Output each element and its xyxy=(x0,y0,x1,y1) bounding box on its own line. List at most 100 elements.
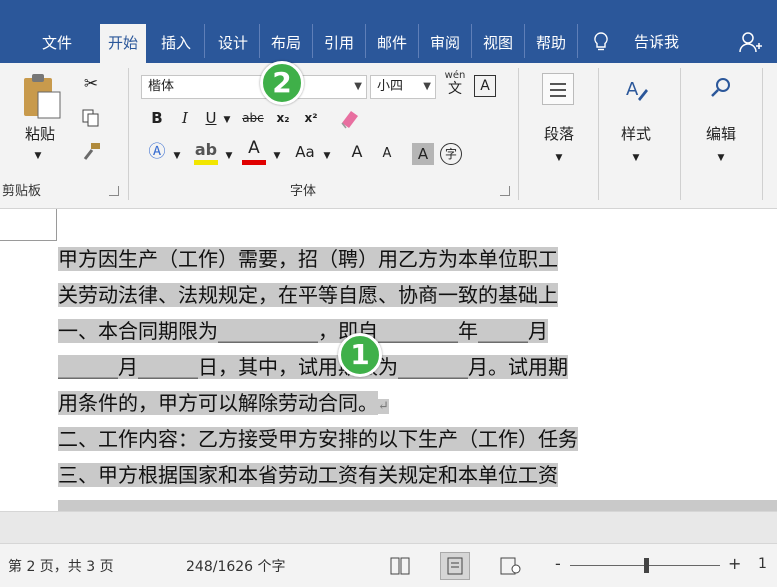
ribbon-home: 粘贴 ▼ ✂ 剪贴板 楷体 ▼ 小四 ▼ wén 文 A B I U ▼ abc… xyxy=(0,61,777,209)
tab-divider xyxy=(259,24,260,58)
editing-button[interactable]: 编辑 ▼ xyxy=(690,71,752,193)
tab-help[interactable]: 帮助 xyxy=(527,22,575,63)
highlight-color-button[interactable]: ab xyxy=(192,141,220,167)
chevron-down-icon[interactable]: ▼ xyxy=(170,147,184,165)
cut-icon[interactable]: ✂ xyxy=(80,75,102,93)
chevron-down-icon[interactable]: ▼ xyxy=(320,147,334,165)
font-color-button[interactable]: A xyxy=(240,138,268,167)
font-color-a-icon: A xyxy=(248,138,260,158)
strikethrough-button[interactable]: abc xyxy=(238,109,268,127)
styles-button[interactable]: A 样式 ▼ xyxy=(606,71,666,193)
copy-icon[interactable] xyxy=(82,109,100,127)
phonetic-char-label: 文 xyxy=(448,81,462,97)
person-icon[interactable] xyxy=(738,30,762,54)
tab-design[interactable]: 设计 xyxy=(209,22,257,63)
tab-layout[interactable]: 布局 xyxy=(262,22,310,63)
clipboard-group-label: 剪贴板 xyxy=(2,184,42,199)
print-layout-button[interactable] xyxy=(440,552,470,580)
read-mode-icon[interactable] xyxy=(390,557,410,575)
tab-divider xyxy=(418,24,419,58)
font-size-box[interactable]: 小四 ▼ xyxy=(370,75,436,99)
callout-badge-2: 2 xyxy=(260,61,304,105)
italic-button[interactable]: I xyxy=(176,109,194,127)
paragraph-mark: ↵ xyxy=(378,399,389,414)
phonetic-guide-button[interactable]: wén 文 xyxy=(444,71,466,99)
chevron-down-icon: ▼ xyxy=(632,153,640,163)
bold-button[interactable]: B xyxy=(148,109,166,127)
tab-home[interactable]: 开始 xyxy=(100,24,146,63)
margin-corner-mark xyxy=(56,209,57,241)
zoom-slider-thumb[interactable] xyxy=(644,558,649,573)
tab-divider xyxy=(471,24,472,58)
tab-view[interactable]: 视图 xyxy=(474,22,522,63)
group-divider xyxy=(598,68,599,200)
chevron-down-icon: ▼ xyxy=(717,153,725,163)
tab-divider xyxy=(365,24,366,58)
font-name-box[interactable]: 楷体 ▼ xyxy=(141,75,367,99)
grow-font-button[interactable]: A xyxy=(346,143,368,161)
clipboard-dialog-launcher-icon[interactable] xyxy=(109,186,119,196)
group-divider xyxy=(518,68,519,200)
horizontal-scrollbar[interactable] xyxy=(0,511,777,543)
tab-references[interactable]: 引用 xyxy=(315,22,363,63)
tell-me-label: 告诉我 xyxy=(634,33,680,51)
document-line[interactable]: 二、工作内容：乙方接受甲方安排的以下生产（工作）任务 xyxy=(58,427,578,451)
page-count[interactable]: 第 2 页，共 3 页 xyxy=(8,556,114,576)
text-effects-button[interactable]: Ⓐ xyxy=(146,143,168,161)
chevron-down-icon[interactable]: ▼ xyxy=(222,147,236,165)
tab-file[interactable]: 文件 xyxy=(30,22,84,63)
svg-text:A: A xyxy=(626,79,639,100)
zoom-level[interactable]: 1 xyxy=(758,556,767,572)
font-group-label: 字体 xyxy=(290,184,317,199)
document-area[interactable]: 甲方因生产（工作）需要，招（聘）用乙方为本单位职工 关劳动法律、法规规定，在平等… xyxy=(0,209,777,511)
document-line[interactable]: 甲方因生产（工作）需要，招（聘）用乙方为本单位职工 xyxy=(58,247,558,271)
tell-me-box[interactable]: 告诉我 xyxy=(588,30,708,58)
ribbon-tab-bar: 文件 开始 插入 设计 布局 引用 邮件 审阅 视图 帮助 告诉我 xyxy=(0,0,777,63)
zoom-out-button[interactable]: - xyxy=(555,554,561,573)
highlight-color-bar xyxy=(194,160,218,165)
superscript-button[interactable]: x² xyxy=(300,109,322,127)
chevron-down-icon: ▼ xyxy=(555,153,563,163)
change-case-button[interactable]: Aa xyxy=(290,143,320,161)
chevron-down-icon[interactable]: ▼ xyxy=(354,76,362,98)
font-color-bar xyxy=(242,160,266,165)
underline-button[interactable]: U xyxy=(202,109,220,127)
highlighter-icon: ab xyxy=(194,140,218,159)
zoom-in-button[interactable]: + xyxy=(728,554,741,573)
document-line-partial[interactable] xyxy=(58,500,777,511)
paste-icon[interactable] xyxy=(22,72,62,120)
paste-button[interactable]: 粘贴 xyxy=(18,125,62,143)
editing-label: 编辑 xyxy=(705,125,736,143)
paragraph-button[interactable]: 段落 ▼ xyxy=(532,71,586,193)
group-divider xyxy=(680,68,681,200)
enclose-characters-button[interactable]: 字 xyxy=(440,143,462,165)
document-line[interactable]: ______月______日，其中，试用期限为_______月。试用期 xyxy=(58,355,568,379)
font-dialog-launcher-icon[interactable] xyxy=(500,186,510,196)
tab-divider xyxy=(577,24,578,58)
group-divider xyxy=(128,68,129,200)
document-line[interactable]: 三、甲方根据国家和本省劳动工资有关规定和本单位工资 xyxy=(58,463,558,487)
shrink-font-button[interactable]: A xyxy=(376,145,398,163)
tab-insert[interactable]: 插入 xyxy=(152,22,200,63)
character-border-button[interactable]: A xyxy=(474,75,496,97)
chevron-down-icon[interactable]: ▼ xyxy=(220,111,234,129)
document-line[interactable]: 用条件的，甲方可以解除劳动合同。 xyxy=(58,391,378,415)
subscript-button[interactable]: x₂ xyxy=(272,109,294,127)
tab-mailings[interactable]: 邮件 xyxy=(368,22,416,63)
format-painter-icon[interactable] xyxy=(82,141,102,161)
tab-divider xyxy=(524,24,525,58)
clear-formatting-icon[interactable] xyxy=(338,107,362,129)
character-shading-button[interactable]: A xyxy=(412,143,434,165)
word-count[interactable]: 248/1626 个字 xyxy=(186,556,286,576)
margin-corner-mark xyxy=(0,240,57,241)
tab-divider xyxy=(204,24,205,58)
chevron-down-icon[interactable]: ▼ xyxy=(423,76,431,98)
chevron-down-icon[interactable]: ▼ xyxy=(270,147,284,165)
document-line[interactable]: 一、本合同期限为__________，即自________年_____月 xyxy=(58,319,548,343)
callout-badge-1: 1 xyxy=(338,333,382,377)
status-bar: 第 2 页，共 3 页 248/1626 个字 - + 1 xyxy=(0,543,777,587)
tab-review[interactable]: 审阅 xyxy=(421,22,469,63)
web-layout-icon[interactable] xyxy=(500,557,522,575)
chevron-down-icon[interactable]: ▼ xyxy=(28,147,48,165)
document-line[interactable]: 关劳动法律、法规规定，在平等自愿、协商一致的基础上 xyxy=(58,283,558,307)
